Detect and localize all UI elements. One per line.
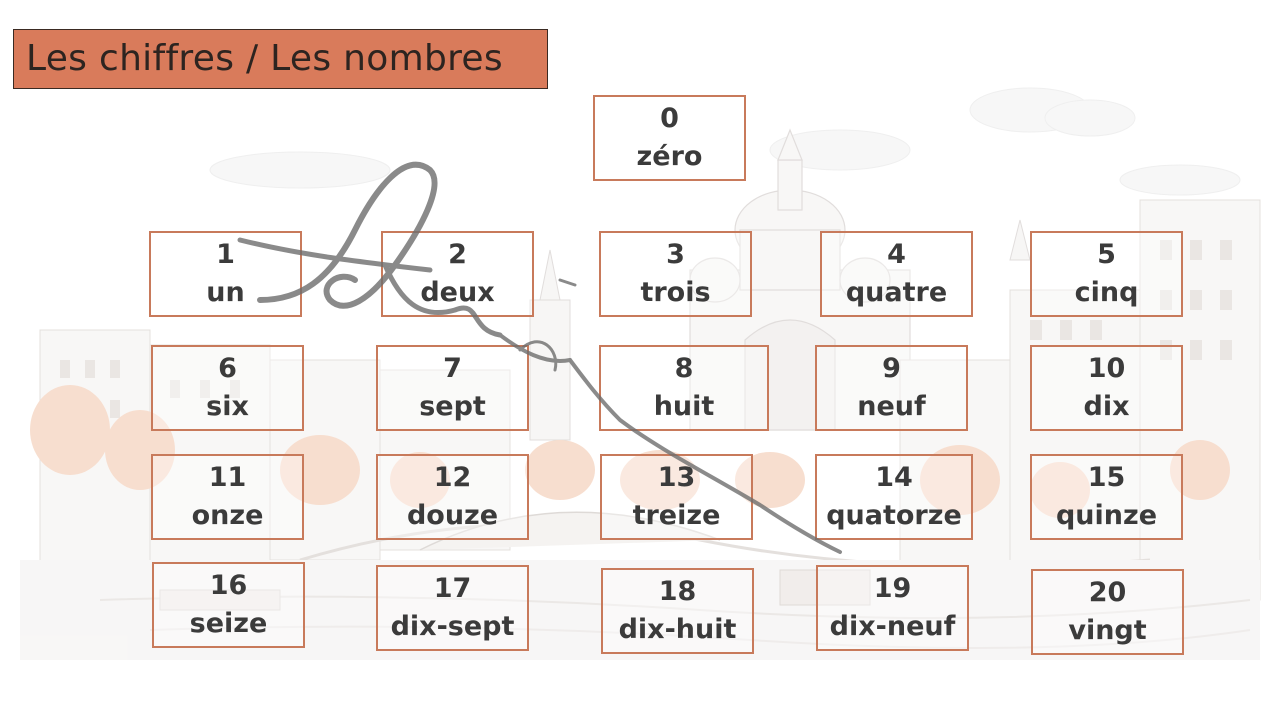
number-word: sept bbox=[419, 391, 486, 422]
number-card-4: 4 quatre bbox=[820, 231, 973, 317]
number-digit: 20 bbox=[1088, 577, 1127, 608]
number-digit: 1 bbox=[216, 239, 235, 270]
number-digit: 2 bbox=[448, 239, 467, 270]
number-digit: 7 bbox=[443, 353, 462, 384]
number-card-18: 18 dix-huit bbox=[601, 568, 754, 654]
number-word: trois bbox=[640, 277, 711, 308]
number-digit: 13 bbox=[657, 462, 696, 493]
number-card-0: 0 zéro bbox=[593, 95, 746, 181]
number-digit: 10 bbox=[1087, 353, 1126, 384]
number-digit: 6 bbox=[218, 353, 237, 384]
number-card-5: 5 cinq bbox=[1030, 231, 1183, 317]
number-digit: 16 bbox=[209, 570, 248, 601]
number-digit: 8 bbox=[674, 353, 694, 384]
number-word: huit bbox=[653, 391, 715, 422]
number-word: quinze bbox=[1055, 500, 1158, 531]
page-title: Les chiffres / Les nombres bbox=[26, 38, 503, 79]
number-word: quatre bbox=[845, 277, 948, 308]
number-digit: 0 bbox=[660, 103, 679, 134]
number-word: treize bbox=[632, 500, 721, 531]
number-digit: 14 bbox=[875, 462, 913, 493]
number-card-16: 16 seize bbox=[152, 562, 305, 648]
number-digit: 9 bbox=[882, 353, 901, 384]
number-word: dix-neuf bbox=[829, 611, 956, 642]
title-banner: Les chiffres / Les nombres bbox=[13, 29, 548, 89]
number-word: six bbox=[206, 391, 249, 422]
number-card-1: 1 un bbox=[149, 231, 302, 317]
number-digit: 15 bbox=[1087, 462, 1126, 493]
number-digit: 19 bbox=[873, 573, 912, 604]
number-word: dix-huit bbox=[618, 614, 737, 645]
number-digit: 12 bbox=[433, 462, 472, 493]
number-card-17: 17 dix-sept bbox=[376, 565, 529, 651]
number-digit: 4 bbox=[887, 239, 906, 270]
number-card-7: 7 sept bbox=[376, 345, 529, 431]
number-digit: 5 bbox=[1097, 239, 1116, 270]
number-card-13: 13 treize bbox=[600, 454, 753, 540]
number-card-11: 11 onze bbox=[151, 454, 304, 540]
number-card-14: 14 quatorze bbox=[815, 454, 973, 540]
number-card-3: 3 trois bbox=[599, 231, 752, 317]
number-word: un bbox=[206, 277, 245, 308]
number-digit: 11 bbox=[208, 462, 247, 493]
number-card-15: 15 quinze bbox=[1030, 454, 1183, 540]
number-card-2: 2 deux bbox=[381, 231, 534, 317]
number-card-6: 6 six bbox=[151, 345, 304, 431]
number-word: douze bbox=[406, 500, 499, 531]
number-word: dix bbox=[1083, 391, 1130, 422]
number-card-20: 20 vingt bbox=[1031, 569, 1184, 655]
number-word: dix-sept bbox=[390, 611, 515, 642]
number-card-19: 19 dix-neuf bbox=[816, 565, 969, 651]
number-digit: 3 bbox=[666, 239, 685, 270]
number-digit: 17 bbox=[433, 573, 472, 604]
number-card-10: 10 dix bbox=[1030, 345, 1183, 431]
number-word: cinq bbox=[1074, 277, 1139, 308]
number-card-9: 9 neuf bbox=[815, 345, 968, 431]
number-word: seize bbox=[189, 608, 268, 639]
number-word: vingt bbox=[1068, 615, 1147, 646]
number-word: zéro bbox=[636, 141, 703, 172]
number-word: neuf bbox=[857, 391, 926, 422]
number-card-8: 8 huit bbox=[599, 345, 769, 431]
number-word: quatorze bbox=[826, 500, 962, 531]
number-word: deux bbox=[420, 277, 495, 308]
number-digit: 18 bbox=[658, 576, 697, 607]
number-word: onze bbox=[191, 500, 264, 531]
number-card-12: 12 douze bbox=[376, 454, 529, 540]
